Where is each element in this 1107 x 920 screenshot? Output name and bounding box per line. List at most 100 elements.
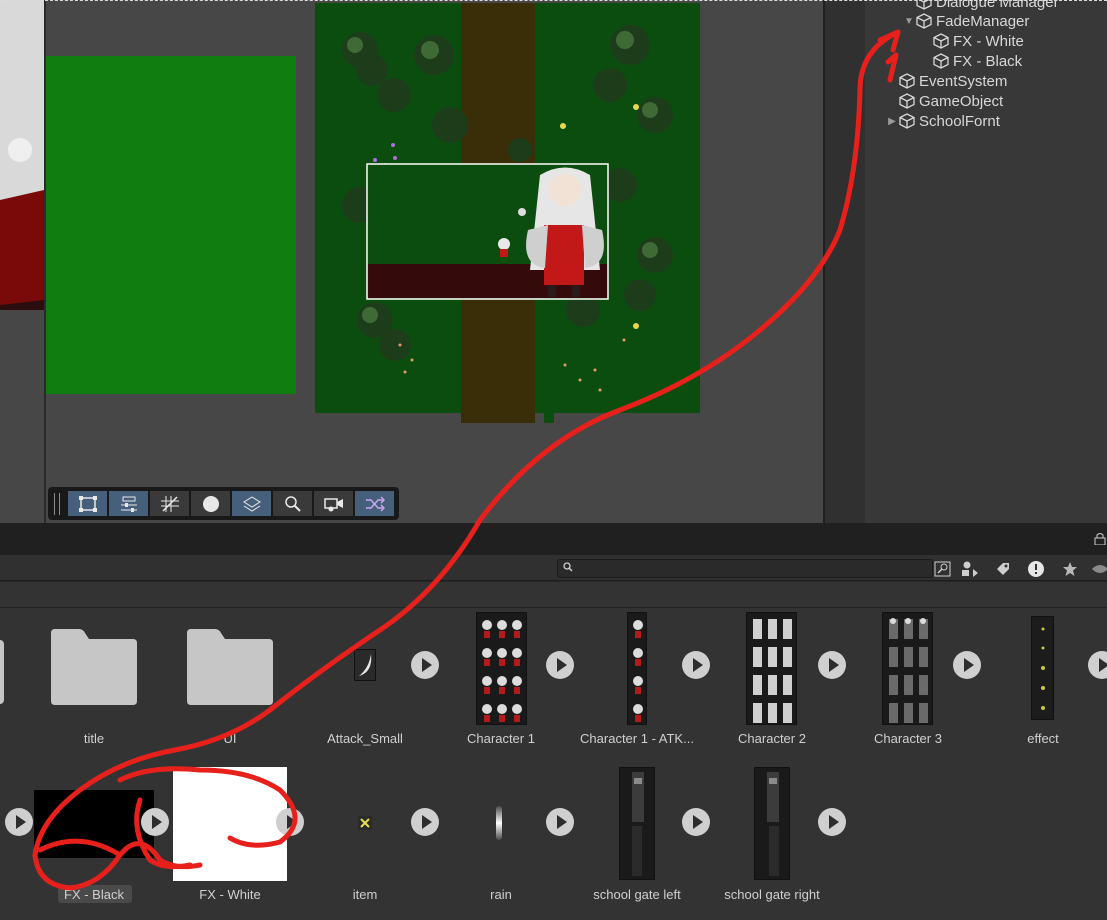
play-button-character2[interactable] — [818, 651, 846, 679]
asset-label-character1[interactable]: Character 1 — [436, 731, 566, 746]
character2-thumbnail[interactable] — [746, 612, 797, 725]
play-button-school-gate-left[interactable] — [682, 808, 710, 836]
scene-search-button[interactable] — [931, 558, 955, 579]
hierarchy-item-gameobject[interactable]: GameObject — [885, 91, 1003, 111]
item-thumbnail[interactable] — [358, 816, 372, 830]
project-tab-bar — [0, 523, 1107, 555]
label-filter-button[interactable] — [991, 558, 1015, 579]
asset-label-fx-black[interactable]: FX - Black — [29, 887, 159, 902]
play-button-fx-black[interactable] — [141, 808, 169, 836]
school-gate-left-thumbnail[interactable] — [619, 767, 655, 880]
fx-white-thumbnail[interactable] — [173, 767, 287, 881]
hierarchy-item-fx-white[interactable]: FX - White — [919, 31, 1024, 51]
character1-thumbnail[interactable] — [476, 612, 527, 725]
cube-icon — [899, 113, 919, 129]
cube-icon — [916, 0, 936, 10]
folder-partial-icon[interactable] — [0, 640, 4, 704]
cube-icon — [933, 53, 953, 69]
folder-icon-ui[interactable] — [185, 629, 275, 705]
asset-label-rain[interactable]: rain — [436, 887, 566, 902]
asset-label-fx-white[interactable]: FX - White — [165, 887, 295, 902]
transform-settings-button[interactable] — [109, 491, 148, 516]
gameobject-cube-icon — [899, 113, 915, 129]
hierarchy-item-fademanager[interactable]: ▼ FadeManager — [902, 11, 1029, 31]
character1-atk-thumbnail[interactable] — [627, 612, 647, 725]
gameobject-cube-icon — [899, 73, 915, 89]
scene-canvas — [0, 0, 700, 423]
expand-arrow-icon[interactable]: ▼ — [902, 16, 916, 27]
grid-snap-icon — [160, 495, 179, 512]
asset-label-character1-atk[interactable]: Character 1 - ATK... — [572, 731, 702, 746]
gameobject-cube-icon — [916, 0, 932, 10]
hierarchy-item-eventsystem[interactable]: EventSystem — [885, 71, 1007, 91]
effect-thumbnail[interactable] — [1031, 616, 1054, 720]
hierarchy-item-label: FX - Black — [953, 52, 1023, 70]
asset-label-title[interactable]: title — [29, 731, 159, 746]
layers-icon — [242, 495, 261, 512]
grid-snap-button[interactable] — [150, 491, 189, 516]
asset-label-ui[interactable]: UI — [165, 731, 295, 746]
play-button-item[interactable] — [411, 808, 439, 836]
collapse-arrow-icon[interactable]: ▶ — [885, 116, 899, 127]
visibility-button[interactable] — [1088, 558, 1107, 579]
rain-thumbnail[interactable] — [496, 806, 502, 840]
zoom-button[interactable] — [273, 491, 312, 516]
attack-small-thumbnail[interactable] — [354, 649, 376, 681]
asset-label-item[interactable]: item — [300, 887, 430, 902]
camera-button[interactable] — [314, 491, 353, 516]
label-icon — [997, 562, 1009, 575]
asset-label-attack-small[interactable]: Attack_Small — [300, 731, 430, 746]
project-breadcrumb — [0, 582, 1107, 608]
folder-icon-title[interactable] — [49, 629, 139, 705]
green-background-panel — [46, 56, 296, 394]
asset-label-school-gate-right[interactable]: school gate right — [707, 887, 837, 902]
error-filter-button[interactable] — [1024, 558, 1048, 579]
play-button-character1-atk[interactable] — [682, 651, 710, 679]
play-button-attack-small[interactable] — [411, 651, 439, 679]
character3-thumbnail[interactable] — [882, 612, 933, 725]
circle-gizmo-button[interactable] — [191, 491, 230, 516]
search-icon — [563, 562, 573, 575]
play-button-fx-white[interactable] — [276, 808, 304, 836]
hierarchy-item-label: EventSystem — [919, 72, 1008, 90]
play-button-character3[interactable] — [953, 651, 981, 679]
scene-view[interactable] — [0, 0, 825, 523]
school-gate-right-thumbnail[interactable] — [754, 767, 790, 880]
selection-border — [0, 0, 1107, 1]
zoom-icon — [284, 495, 301, 512]
play-button-rain[interactable] — [546, 808, 574, 836]
hierarchy-item-fx-black[interactable]: FX - Black — [919, 51, 1022, 71]
play-button-character1[interactable] — [546, 651, 574, 679]
favorite-button[interactable] — [1058, 558, 1082, 579]
gameobject-cube-icon — [899, 93, 915, 109]
cube-icon — [916, 13, 936, 29]
circle-gizmo-icon — [202, 495, 219, 512]
cube-icon — [899, 93, 919, 109]
play-button-school-gate-right[interactable] — [818, 808, 846, 836]
asset-label-effect[interactable]: effect — [978, 731, 1107, 746]
asset-label-character3[interactable]: Character 3 — [843, 731, 973, 746]
cube-icon — [899, 73, 919, 89]
rect-tool-icon — [78, 495, 97, 512]
scene-divider — [44, 0, 46, 523]
toolbar-grip-icon[interactable] — [54, 493, 60, 515]
hierarchy-item-label: SchoolFornt — [919, 112, 1000, 130]
fx-black-thumbnail[interactable] — [34, 790, 154, 858]
layers-button[interactable] — [232, 491, 271, 516]
scene-search-icon — [934, 561, 951, 576]
camera-icon — [323, 497, 343, 511]
gameobject-cube-icon — [933, 33, 949, 49]
filter-type-button[interactable] — [958, 558, 982, 579]
hierarchy-item-schoolfornt[interactable]: ▶ SchoolFornt — [885, 111, 1000, 131]
shuffle-icon — [365, 495, 385, 512]
hierarchy-item-label: FX - White — [953, 32, 1024, 50]
rect-tool-button[interactable] — [68, 491, 107, 516]
lock-icon[interactable] — [1094, 532, 1106, 546]
hierarchy-item-label: Dialogue Manager — [936, 0, 1059, 11]
asset-label-school-gate-left[interactable]: school gate left — [572, 887, 702, 902]
project-search-input[interactable] — [557, 559, 933, 578]
shuffle-button[interactable] — [355, 491, 394, 516]
play-button-partial[interactable] — [5, 808, 33, 836]
asset-label-character2[interactable]: Character 2 — [707, 731, 837, 746]
hierarchy-gutter — [825, 0, 865, 523]
